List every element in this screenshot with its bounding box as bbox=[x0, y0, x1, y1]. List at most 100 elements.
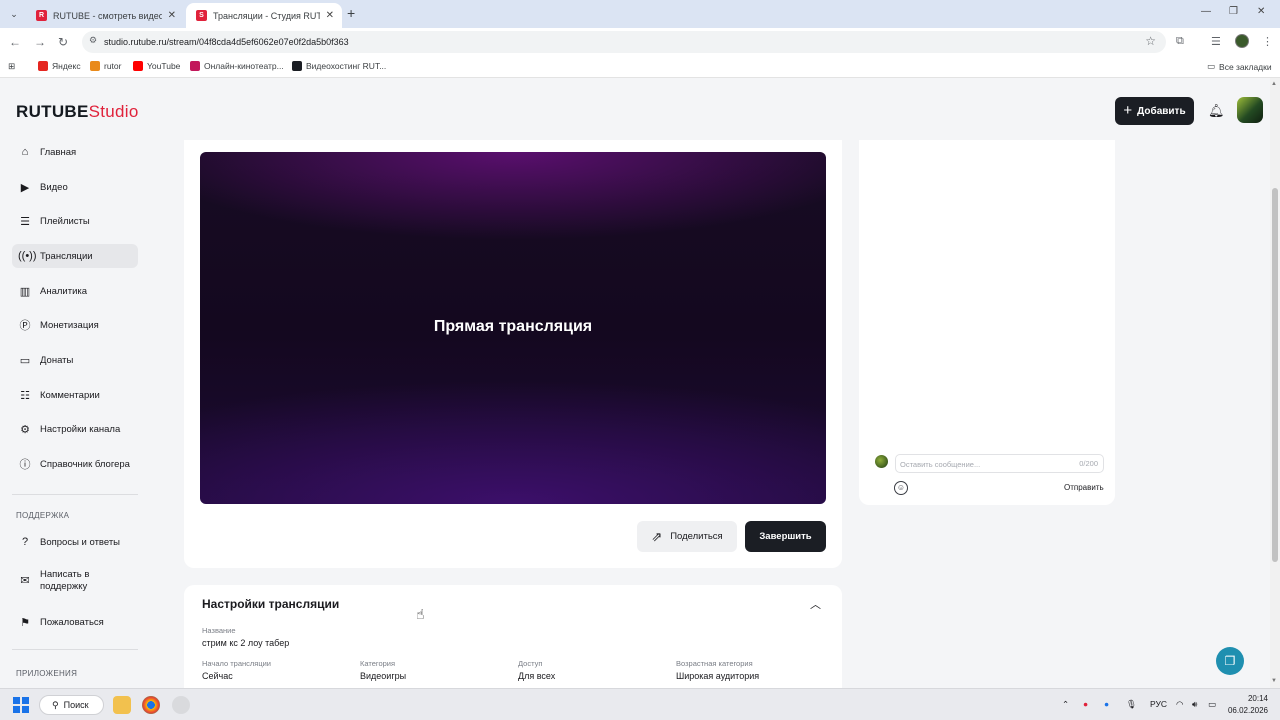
site-info-icon[interactable]: ⚙ bbox=[89, 35, 97, 46]
sidebar-item-video[interactable]: ▶ Видео bbox=[12, 175, 138, 199]
page-scrollbar[interactable]: ▲ ▼ bbox=[1270, 78, 1280, 688]
forward-icon[interactable]: → bbox=[34, 34, 46, 50]
browser-tab-studio[interactable]: S Трансляции - Студия RUTUBE ✕ bbox=[186, 3, 342, 28]
sidebar-item-label: Аналитика bbox=[40, 285, 88, 297]
sidebar-item-write-support[interactable]: ✉ Написать в поддержку bbox=[12, 566, 138, 596]
taskbar-search[interactable]: ⚲ Поиск bbox=[39, 695, 104, 715]
extensions-icon[interactable]: ⧉ bbox=[1176, 35, 1184, 48]
address-bar[interactable]: ⚙ studio.rutube.ru/stream/04f8cda4d5ef60… bbox=[82, 31, 1166, 53]
name-value: стрим кс 2 лоу табер bbox=[202, 638, 290, 648]
field-label: Категория bbox=[360, 659, 396, 668]
sidebar-item-comments[interactable]: ☷ Комментарии bbox=[12, 383, 138, 407]
browser-menu-icon[interactable]: ⋮ bbox=[1262, 35, 1273, 48]
chat-message-field[interactable]: 0/200 bbox=[895, 454, 1104, 473]
help-icon: ? bbox=[21, 536, 29, 548]
apps-section-title: ПРИЛОЖЕНИЯ bbox=[16, 669, 78, 678]
notifications-bell-icon[interactable]: 🔔︎ bbox=[1208, 103, 1225, 119]
close-window-icon[interactable]: ✕ bbox=[1257, 6, 1265, 17]
minimize-icon[interactable]: — bbox=[1201, 6, 1211, 17]
chat-message-input[interactable] bbox=[900, 458, 1060, 470]
reload-icon[interactable]: ↻ bbox=[58, 34, 68, 50]
apps-grid-icon[interactable]: ⊞ bbox=[8, 61, 15, 72]
tray-app-icon[interactable]: ● bbox=[1104, 699, 1109, 709]
browser-profile-avatar[interactable] bbox=[1235, 34, 1249, 48]
emoji-icon[interactable]: ☺ bbox=[894, 481, 908, 495]
bookmark-yandex[interactable]: Яндекс bbox=[38, 61, 81, 71]
add-button[interactable]: + Добавить bbox=[1115, 97, 1194, 125]
field-label: Возрастная категория bbox=[676, 659, 753, 668]
sidebar-item-label: Плейлисты bbox=[40, 215, 90, 227]
close-tab-icon[interactable]: ✕ bbox=[168, 10, 176, 21]
sidebar-item-home[interactable]: ⌂ Главная bbox=[12, 140, 138, 164]
close-tab-icon[interactable]: ✕ bbox=[326, 10, 334, 21]
bookmark-rutube[interactable]: Видеохостинг RUT... bbox=[292, 61, 386, 71]
sidebar-item-report[interactable]: ⚑ Пожаловаться bbox=[12, 610, 138, 634]
bookmark-label: Онлайн-кинотеатр... bbox=[204, 61, 284, 71]
volume-icon[interactable]: 🔊︎ bbox=[1192, 699, 1197, 710]
youtube-icon bbox=[133, 61, 143, 71]
maximize-icon[interactable]: ❐ bbox=[1229, 6, 1238, 17]
scroll-up-icon[interactable]: ▲ bbox=[1271, 81, 1277, 87]
field-label: Доступ bbox=[518, 659, 543, 668]
chat-char-counter: 0/200 bbox=[1079, 459, 1098, 468]
browser-tabstrip: ⌄ R RUTUBE - смотреть видео онл ✕ S Тран… bbox=[0, 0, 1280, 28]
scrollbar-thumb[interactable] bbox=[1272, 188, 1278, 562]
microphone-icon[interactable]: 🎙︎ bbox=[1126, 699, 1137, 710]
taskbar-clock[interactable]: 20:14 06.02.2026 bbox=[1222, 693, 1268, 717]
bookmark-rutor[interactable]: rutor bbox=[90, 61, 121, 71]
bookmark-kinoteatr[interactable]: Онлайн-кинотеатр... bbox=[190, 61, 284, 71]
bookmark-star-icon[interactable]: ☆ bbox=[1145, 34, 1156, 48]
sidebar-item-channel-settings[interactable]: ⚙ Настройки канала bbox=[12, 417, 138, 441]
share-button[interactable]: ⇗ Поделиться bbox=[637, 521, 737, 552]
support-section-title: ПОДДЕРЖКА bbox=[16, 511, 70, 520]
sidebar-item-label: Донаты bbox=[40, 354, 74, 366]
sidebar-item-analytics[interactable]: ▥ Аналитика bbox=[12, 279, 138, 303]
reading-list-icon[interactable]: ☰ bbox=[1211, 35, 1221, 48]
support-chat-button[interactable]: ❐ bbox=[1216, 647, 1244, 675]
all-bookmarks[interactable]: ▭ Все закладки bbox=[1207, 61, 1272, 72]
plus-icon: + bbox=[1123, 102, 1133, 119]
sidebar-item-label: Пожаловаться bbox=[40, 616, 104, 628]
sidebar-divider bbox=[12, 494, 138, 495]
browser-tab-rutube[interactable]: R RUTUBE - смотреть видео онл ✕ bbox=[26, 3, 184, 28]
finish-stream-button[interactable]: Завершить bbox=[745, 521, 826, 552]
studio-logo[interactable]: RUTUBEStudio bbox=[16, 102, 139, 122]
scroll-down-icon[interactable]: ▼ bbox=[1271, 678, 1277, 684]
tab-search-icon[interactable]: ⌄ bbox=[6, 6, 22, 22]
kinopoisk-icon bbox=[190, 61, 200, 71]
new-tab-icon[interactable]: + bbox=[347, 6, 355, 20]
sidebar-item-broadcasts[interactable]: ((•)) Трансляции bbox=[12, 244, 138, 268]
tray-overflow-icon[interactable]: ⌃ bbox=[1062, 699, 1069, 710]
add-button-label: Добавить bbox=[1137, 105, 1186, 117]
logo-sub: Studio bbox=[88, 102, 139, 121]
wifi-icon[interactable]: ◠ bbox=[1176, 699, 1183, 710]
chrome-icon[interactable] bbox=[142, 696, 160, 714]
back-icon[interactable]: ← bbox=[9, 34, 21, 50]
tray-app-icon[interactable]: ● bbox=[1083, 699, 1088, 709]
sidebar-item-donations[interactable]: ▭ Донаты bbox=[12, 348, 138, 372]
sidebar-item-label: Видео bbox=[40, 181, 68, 193]
send-message-button[interactable]: Отправить bbox=[1064, 483, 1104, 492]
user-avatar[interactable] bbox=[1237, 97, 1263, 123]
sidebar-item-faq[interactable]: ? Вопросы и ответы bbox=[12, 530, 138, 554]
language-indicator[interactable]: РУС bbox=[1150, 699, 1167, 709]
sidebar-item-playlists[interactable]: ☰ Плейлисты bbox=[12, 209, 138, 233]
chevron-up-icon[interactable]: ︿ bbox=[810, 596, 821, 612]
sidebar-item-monetization[interactable]: Ⓟ Монетизация bbox=[12, 313, 138, 337]
studio-app: RUTUBEStudio + Добавить 🔔︎ ⌂ Главная ▶ В… bbox=[0, 78, 1280, 688]
donate-icon: ▭ bbox=[19, 354, 31, 367]
file-explorer-icon[interactable] bbox=[113, 696, 131, 714]
mail-icon: ✉ bbox=[20, 575, 30, 587]
sidebar-item-blogger-guide[interactable]: ⓘ Справочник блогера bbox=[12, 452, 138, 476]
chat-avatar bbox=[875, 455, 888, 468]
stream-player[interactable]: Прямая трансляция bbox=[200, 152, 826, 504]
windows-start-icon[interactable] bbox=[13, 697, 29, 713]
yandex-icon bbox=[38, 61, 48, 71]
sidebar-item-label: Справочник блогера bbox=[40, 458, 130, 470]
bookmark-youtube[interactable]: YouTube bbox=[133, 61, 180, 71]
rutube-favicon-icon: R bbox=[36, 10, 47, 21]
bookmark-label: Яндекс bbox=[52, 61, 81, 71]
obs-icon[interactable] bbox=[172, 696, 190, 714]
battery-icon[interactable]: ▭ bbox=[1208, 699, 1216, 710]
sidebar-item-label: Вопросы и ответы bbox=[40, 536, 121, 548]
